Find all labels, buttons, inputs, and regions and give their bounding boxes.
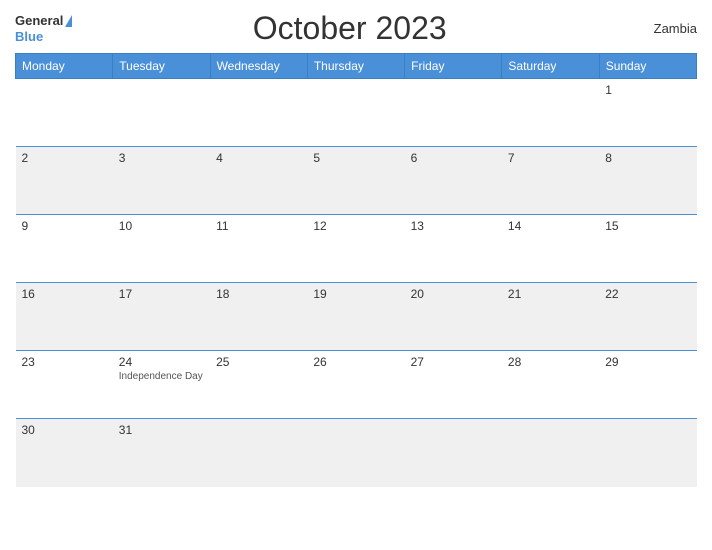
calendar-cell: 4 <box>210 147 307 215</box>
calendar-header-row: Monday Tuesday Wednesday Thursday Friday… <box>16 54 697 79</box>
calendar-cell <box>599 419 696 487</box>
logo-triangle-icon <box>65 15 72 27</box>
calendar-cell: 20 <box>405 283 502 351</box>
calendar-row: 30 31 <box>16 419 697 487</box>
calendar-cell: 27 <box>405 351 502 419</box>
calendar-cell: 17 <box>113 283 210 351</box>
day-number: 14 <box>508 219 593 233</box>
day-number: 20 <box>411 287 496 301</box>
day-number: 13 <box>411 219 496 233</box>
calendar-cell: 28 <box>502 351 599 419</box>
day-number: 17 <box>119 287 204 301</box>
calendar-cell <box>210 419 307 487</box>
day-number: 23 <box>22 355 107 369</box>
day-number: 22 <box>605 287 690 301</box>
calendar-cell: 31 <box>113 419 210 487</box>
calendar-cell: 16 <box>16 283 113 351</box>
calendar-cell <box>502 419 599 487</box>
col-saturday: Saturday <box>502 54 599 79</box>
day-number: 1 <box>605 83 690 97</box>
calendar-cell <box>16 79 113 147</box>
calendar-cell <box>307 79 404 147</box>
calendar-container: General Blue October 2023 Zambia Monday … <box>0 0 712 550</box>
day-number: 24 <box>119 355 204 369</box>
day-number: 9 <box>22 219 107 233</box>
calendar-cell <box>405 419 502 487</box>
calendar-cell: 25 <box>210 351 307 419</box>
calendar-row: 9 10 11 12 13 14 15 <box>16 215 697 283</box>
day-number: 29 <box>605 355 690 369</box>
calendar-cell <box>405 79 502 147</box>
col-friday: Friday <box>405 54 502 79</box>
calendar-table: Monday Tuesday Wednesday Thursday Friday… <box>15 53 697 487</box>
day-number: 11 <box>216 219 301 233</box>
calendar-row: 1 <box>16 79 697 147</box>
calendar-body: 123456789101112131415161718192021222324I… <box>16 79 697 487</box>
day-number: 12 <box>313 219 398 233</box>
calendar-cell <box>502 79 599 147</box>
day-number: 10 <box>119 219 204 233</box>
calendar-cell: 2 <box>16 147 113 215</box>
calendar-cell: 7 <box>502 147 599 215</box>
calendar-cell: 29 <box>599 351 696 419</box>
calendar-cell: 22 <box>599 283 696 351</box>
day-number: 8 <box>605 151 690 165</box>
calendar-cell: 3 <box>113 147 210 215</box>
calendar-row: 2345678 <box>16 147 697 215</box>
day-number: 30 <box>22 423 107 437</box>
day-number: 21 <box>508 287 593 301</box>
day-number: 2 <box>22 151 107 165</box>
calendar-cell: 8 <box>599 147 696 215</box>
calendar-cell <box>113 79 210 147</box>
col-monday: Monday <box>16 54 113 79</box>
calendar-cell: 10 <box>113 215 210 283</box>
day-number: 3 <box>119 151 204 165</box>
calendar-header: General Blue October 2023 Zambia <box>15 10 697 47</box>
day-number: 28 <box>508 355 593 369</box>
logo-bottom: Blue <box>15 29 72 45</box>
month-title: October 2023 <box>72 10 627 47</box>
day-number: 19 <box>313 287 398 301</box>
calendar-cell: 19 <box>307 283 404 351</box>
day-number: 31 <box>119 423 204 437</box>
calendar-cell: 23 <box>16 351 113 419</box>
country-label: Zambia <box>627 21 697 36</box>
calendar-cell: 30 <box>16 419 113 487</box>
calendar-cell: 1 <box>599 79 696 147</box>
col-tuesday: Tuesday <box>113 54 210 79</box>
calendar-cell: 18 <box>210 283 307 351</box>
calendar-cell: 13 <box>405 215 502 283</box>
calendar-cell: 6 <box>405 147 502 215</box>
day-number: 7 <box>508 151 593 165</box>
calendar-cell: 15 <box>599 215 696 283</box>
day-number: 18 <box>216 287 301 301</box>
calendar-cell: 5 <box>307 147 404 215</box>
day-number: 27 <box>411 355 496 369</box>
day-number: 16 <box>22 287 107 301</box>
calendar-cell: 14 <box>502 215 599 283</box>
calendar-row: 23 24 Independence Day 25 26 27 28 29 <box>16 351 697 419</box>
calendar-cell: 11 <box>210 215 307 283</box>
calendar-cell: 26 <box>307 351 404 419</box>
event-label: Independence Day <box>119 371 204 382</box>
col-wednesday: Wednesday <box>210 54 307 79</box>
calendar-cell <box>307 419 404 487</box>
day-number: 26 <box>313 355 398 369</box>
day-number: 25 <box>216 355 301 369</box>
day-number: 5 <box>313 151 398 165</box>
calendar-cell: 24 Independence Day <box>113 351 210 419</box>
calendar-cell: 12 <box>307 215 404 283</box>
calendar-row: 16 17 18 19 20 21 22 <box>16 283 697 351</box>
day-number: 15 <box>605 219 690 233</box>
col-sunday: Sunday <box>599 54 696 79</box>
logo: General Blue <box>15 13 72 44</box>
day-number: 4 <box>216 151 301 165</box>
calendar-cell: 21 <box>502 283 599 351</box>
day-number: 6 <box>411 151 496 165</box>
col-thursday: Thursday <box>307 54 404 79</box>
logo-top: General <box>15 13 72 29</box>
calendar-cell <box>210 79 307 147</box>
calendar-cell: 9 <box>16 215 113 283</box>
